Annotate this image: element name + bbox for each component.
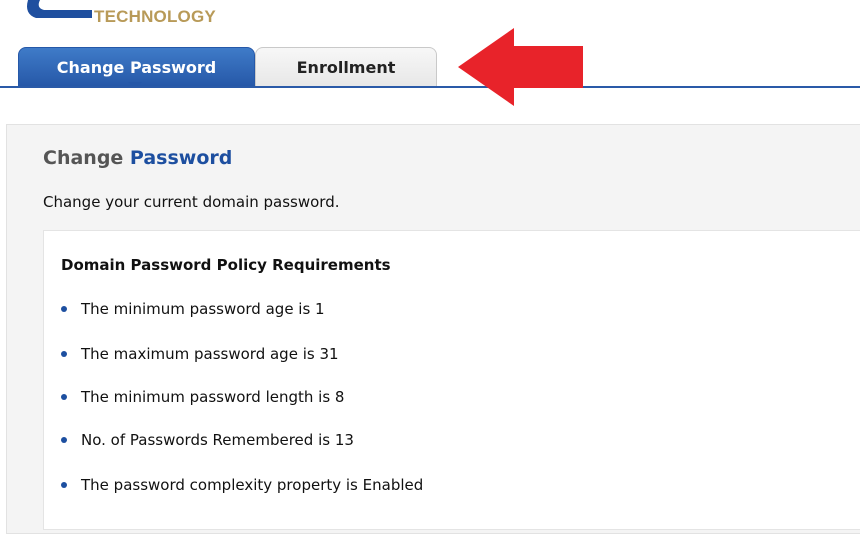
bullet-icon — [61, 394, 67, 400]
bullet-icon — [61, 437, 67, 443]
list-item: The minimum password age is 1 — [61, 300, 325, 318]
page-title-part2: Password — [129, 147, 233, 169]
list-item: The maximum password age is 31 — [61, 345, 339, 363]
requirement-text: The password complexity property is Enab… — [81, 476, 424, 494]
requirement-text: The minimum password age is 1 — [81, 300, 325, 318]
annotation-arrow-icon — [458, 28, 583, 106]
logo-mark — [27, 0, 92, 18]
list-item: No. of Passwords Remembered is 13 — [61, 431, 354, 449]
requirement-text: The minimum password length is 8 — [81, 388, 345, 406]
page-title-part1: Change — [43, 147, 130, 169]
page-description: Change your current domain password. — [43, 193, 340, 211]
list-item: The minimum password length is 8 — [61, 388, 344, 406]
bullet-icon — [61, 351, 67, 357]
tab-enrollment[interactable]: Enrollment — [255, 47, 437, 87]
page-title: Change Password — [43, 147, 232, 169]
requirement-text: The maximum password age is 31 — [81, 345, 339, 363]
bullet-icon — [61, 306, 67, 312]
bullet-icon — [61, 482, 67, 488]
logo-text: TECHNOLOGY — [94, 7, 216, 26]
policy-heading: Domain Password Policy Requirements — [61, 256, 391, 274]
list-item: The password complexity property is Enab… — [61, 476, 423, 494]
tab-change-password[interactable]: Change Password — [18, 47, 255, 87]
tab-bar-divider — [0, 86, 860, 88]
requirement-text: No. of Passwords Remembered is 13 — [81, 431, 354, 449]
